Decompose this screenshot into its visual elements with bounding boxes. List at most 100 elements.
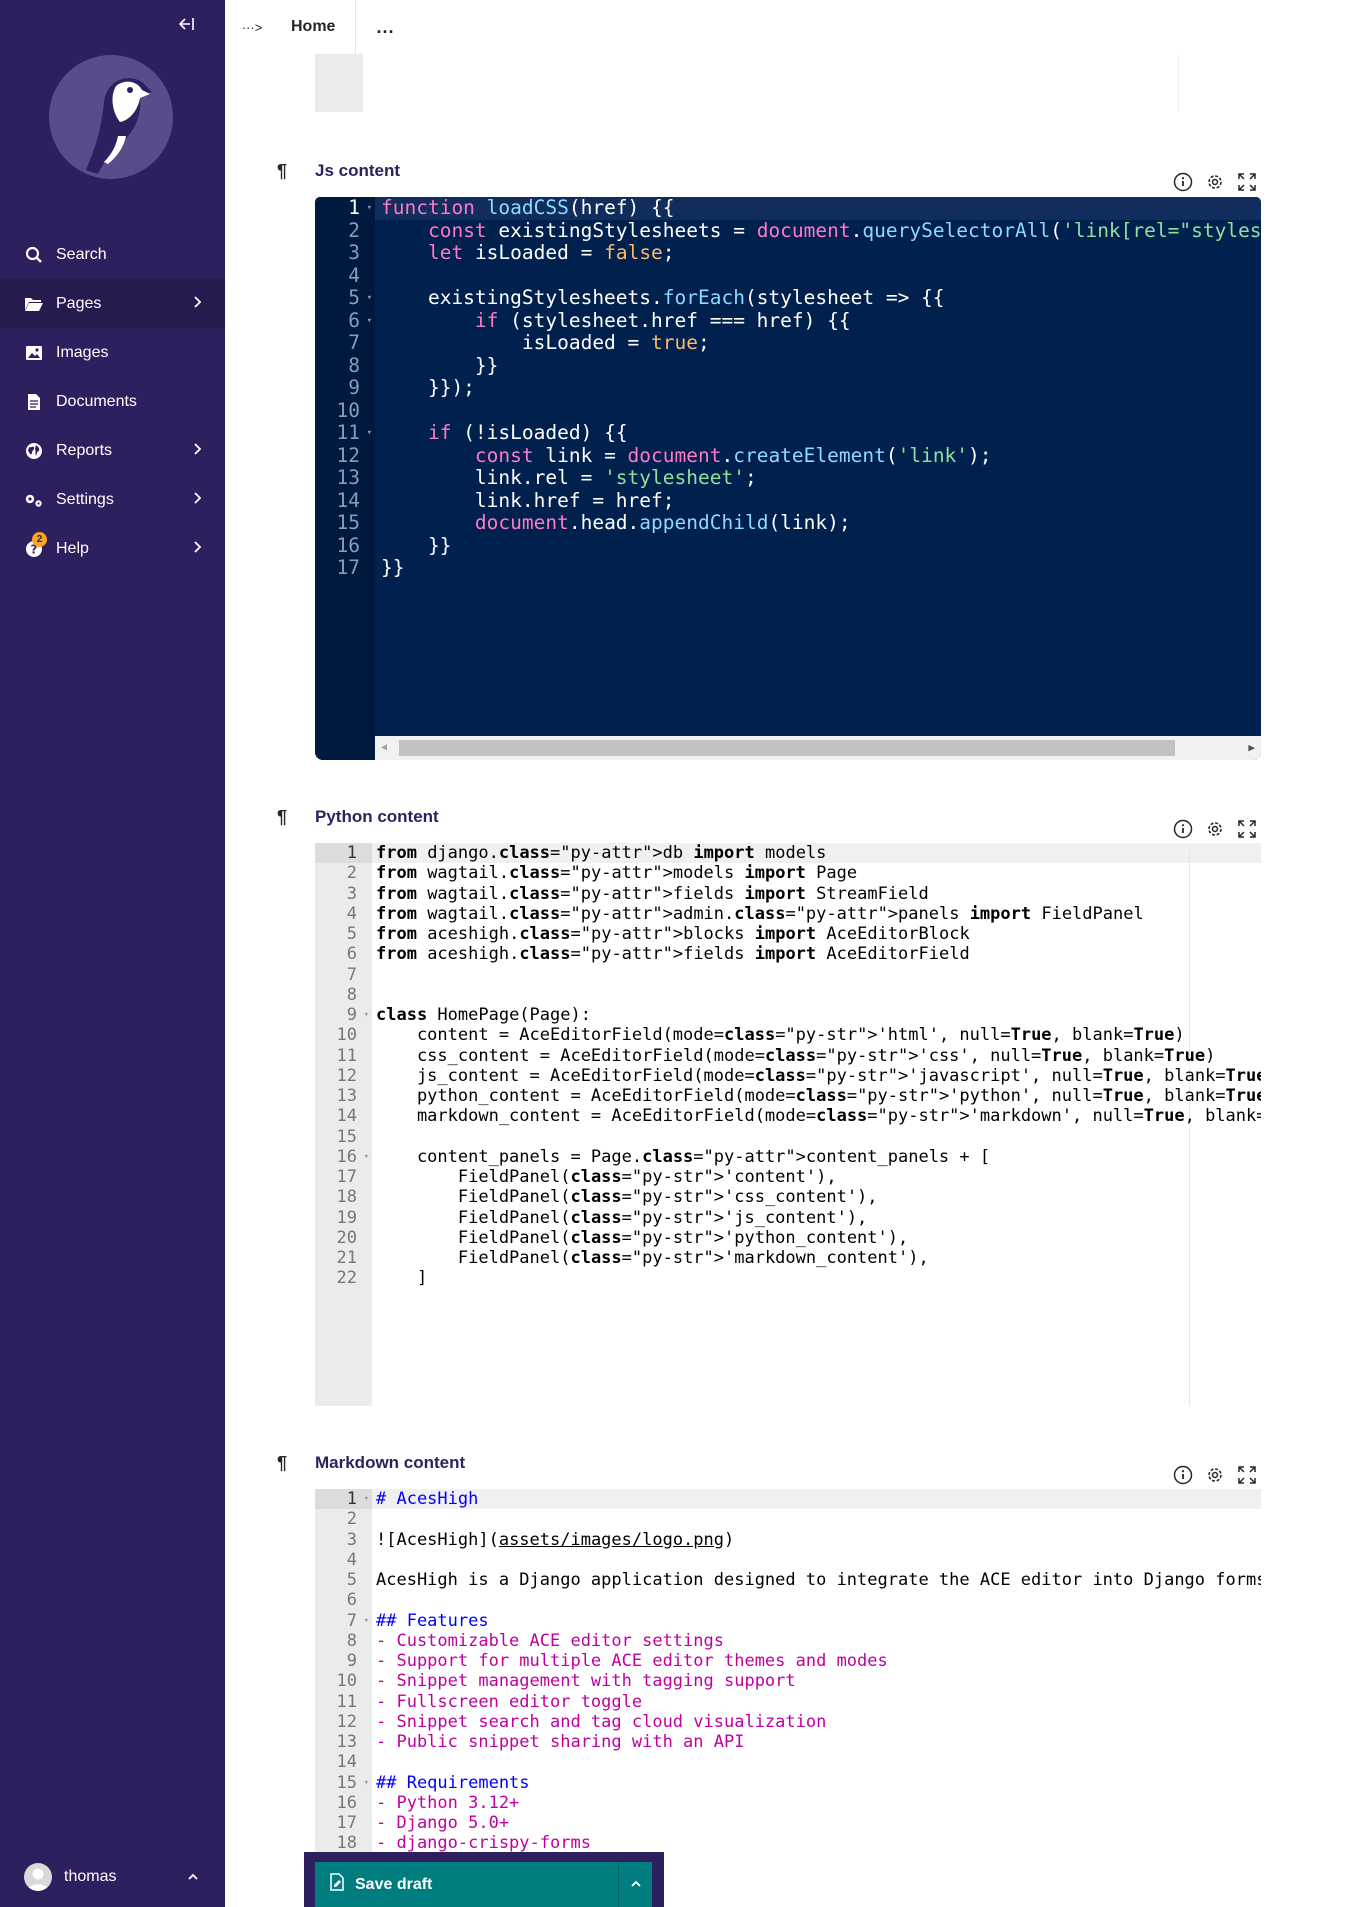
- code-line: }}: [381, 556, 405, 579]
- code-line: FieldPanel(class="py-str">'content'),: [376, 1167, 837, 1187]
- sidebar-item-reports[interactable]: Reports: [0, 426, 225, 475]
- editor-toolbar: [1172, 171, 1258, 193]
- code-line: ![AcesHigh](assets/images/logo.png): [376, 1529, 735, 1550]
- sidebar-item-help[interactable]: ? 2 Help: [0, 524, 225, 573]
- scroll-left-icon[interactable]: ◀: [381, 742, 387, 753]
- sidebar: Search Pages Images Documents Reports Se…: [0, 0, 225, 1907]
- collapse-left-icon[interactable]: [176, 14, 200, 38]
- fold-arrow-icon[interactable]: ▾: [367, 287, 372, 310]
- previous-editor-gutter: [315, 54, 363, 112]
- wagtail-logo[interactable]: [46, 52, 176, 182]
- fullscreen-icon[interactable]: [1236, 818, 1258, 840]
- code-line: - Snippet management with tagging suppor…: [376, 1671, 796, 1692]
- footer-action-bar: Save draft: [304, 1852, 664, 1907]
- chevron-right-icon: [193, 540, 203, 559]
- code-line: from wagtail.class="py-attr">fields impo…: [376, 883, 929, 904]
- line-number: 1 ▾: [348, 197, 372, 220]
- info-icon[interactable]: [1172, 1464, 1194, 1486]
- main-menu: Search Pages Images Documents Reports Se…: [0, 230, 225, 573]
- scrollbar-thumb[interactable]: [399, 740, 1175, 756]
- line-number: 6 ▾: [348, 308, 372, 333]
- code-line: content_panels = Page.class="py-attr">co…: [376, 1146, 991, 1167]
- sidebar-item-settings[interactable]: Settings: [0, 475, 225, 524]
- line-number: 3: [348, 241, 360, 264]
- fold-arrow-icon[interactable]: ▾: [364, 1147, 369, 1167]
- code-line: if (stylesheet.href === href) {{: [474, 308, 851, 332]
- fullscreen-icon[interactable]: [1236, 1464, 1258, 1486]
- horizontal-scrollbar[interactable]: ◀ ▶: [375, 736, 1261, 760]
- editor-toolbar: [1172, 1464, 1258, 1486]
- breadcrumb-toggle[interactable]: ···>: [225, 0, 279, 54]
- fullscreen-icon[interactable]: [1236, 171, 1258, 193]
- fold-arrow-icon[interactable]: ▾: [367, 310, 372, 333]
- line-number: 2: [346, 863, 357, 884]
- line-number: 11: [336, 1691, 357, 1712]
- breadcrumb-home[interactable]: Home: [279, 0, 357, 54]
- info-icon[interactable]: [1172, 818, 1194, 840]
- sidebar-item-search[interactable]: Search: [0, 230, 225, 279]
- gear-icon[interactable]: [1204, 1464, 1226, 1486]
- more-actions-toggle[interactable]: [618, 1862, 652, 1907]
- code-line: from aceshigh.class="py-attr">blocks imp…: [376, 924, 970, 944]
- code-lines[interactable]: from django.class="py-attr">db import mo…: [376, 843, 1261, 1289]
- line-number: 19: [336, 1207, 357, 1228]
- sidebar-item-pages[interactable]: Pages: [0, 279, 225, 328]
- code-lines[interactable]: # AcesHigh ![AcesHigh](assets/images/log…: [376, 1489, 1261, 1854]
- python-code-editor[interactable]: 1 2 3 4 5 6 7 8 9 ▾ 10 11 12 13 14 15 16 ▾ 17 18 19 20 21 22 fr…: [315, 843, 1261, 1406]
- gear-icon[interactable]: [1204, 171, 1226, 193]
- line-number: 16 ▾: [336, 1146, 369, 1167]
- chevron-up-icon: [630, 1876, 642, 1894]
- code-line: if (!isLoaded) {{: [427, 421, 628, 444]
- code-line: js_content = AceEditorField(mode=class="…: [376, 1065, 1261, 1086]
- fold-arrow-icon[interactable]: ▾: [367, 197, 372, 220]
- line-number: 10: [336, 1025, 357, 1046]
- line-gutter: 1 ▾ 2 3 4 5 6 7 ▾ 8 9 10 11 12 13 14 15 ▾ 16 17 18: [315, 1489, 372, 1907]
- sidebar-item-images[interactable]: Images: [0, 328, 225, 377]
- info-icon[interactable]: [1172, 171, 1194, 193]
- line-number: 12: [336, 443, 360, 467]
- code-line: from django.class="py-attr">db import mo…: [376, 843, 827, 863]
- pilcrow-icon: ¶: [277, 160, 288, 181]
- code-line: link.href = href;: [381, 488, 675, 512]
- fold-arrow-icon[interactable]: ▾: [367, 422, 372, 445]
- line-number: 8: [346, 1630, 357, 1651]
- sidebar-item-documents[interactable]: Documents: [0, 377, 225, 426]
- pilcrow-icon: ¶: [277, 1452, 288, 1473]
- fold-arrow-icon[interactable]: ▾: [364, 1611, 369, 1631]
- markdown-code-editor[interactable]: 1 ▾ 2 3 4 5 6 7 ▾ 8 9 10 11 12 13 14 15 ▾ 16 17 18 # AcesHig…: [315, 1489, 1261, 1907]
- line-number: 9 ▾: [346, 1005, 369, 1025]
- line-number: 18: [336, 1833, 357, 1854]
- gear-icon[interactable]: [1204, 818, 1226, 840]
- line-number: 17: [336, 1813, 357, 1833]
- save-draft-button[interactable]: Save draft: [315, 1862, 618, 1907]
- scroll-right-icon[interactable]: ▶: [1248, 741, 1255, 754]
- globe-icon: [24, 441, 44, 461]
- line-number: 11 ▾: [336, 421, 372, 445]
- chevron-right-icon: [193, 491, 203, 510]
- line-number: 4: [348, 263, 360, 287]
- sidebar-item-label: Help: [56, 539, 89, 557]
- code-line: from aceshigh.class="py-attr">fields imp…: [376, 944, 970, 965]
- fold-arrow-icon[interactable]: ▾: [364, 1005, 369, 1025]
- code-line: link.rel = 'stylesheet';: [381, 466, 757, 489]
- code-line: const link = document.createElement('lin…: [474, 443, 992, 467]
- fold-arrow-icon[interactable]: ▾: [364, 1773, 369, 1793]
- js-code-editor[interactable]: 1 ▾ 2 3 4 5 ▾ 6 ▾ 7 8 9 10 11 ▾ 12 13 14 15 16 17 function l…: [315, 197, 1261, 760]
- code-line: const existingStylesheets = document.que…: [427, 218, 1261, 242]
- code-lines[interactable]: function loadCSS(href) {{ const existing…: [381, 197, 1261, 580]
- document-icon: [24, 392, 44, 412]
- more-actions-button[interactable]: ...: [356, 17, 394, 38]
- line-number: 7: [346, 964, 357, 985]
- field-header-python: ¶ Python content: [277, 803, 439, 831]
- save-draft-label: Save draft: [355, 1875, 433, 1893]
- editor-toolbar: [1172, 818, 1258, 840]
- fold-arrow-icon[interactable]: ▾: [364, 1489, 369, 1509]
- line-number: 17: [336, 556, 360, 579]
- chevron-up-icon: [187, 1869, 199, 1887]
- pilcrow-icon: ¶: [277, 806, 288, 827]
- account-menu[interactable]: thomas: [0, 1847, 225, 1907]
- line-number: 3: [346, 1529, 357, 1550]
